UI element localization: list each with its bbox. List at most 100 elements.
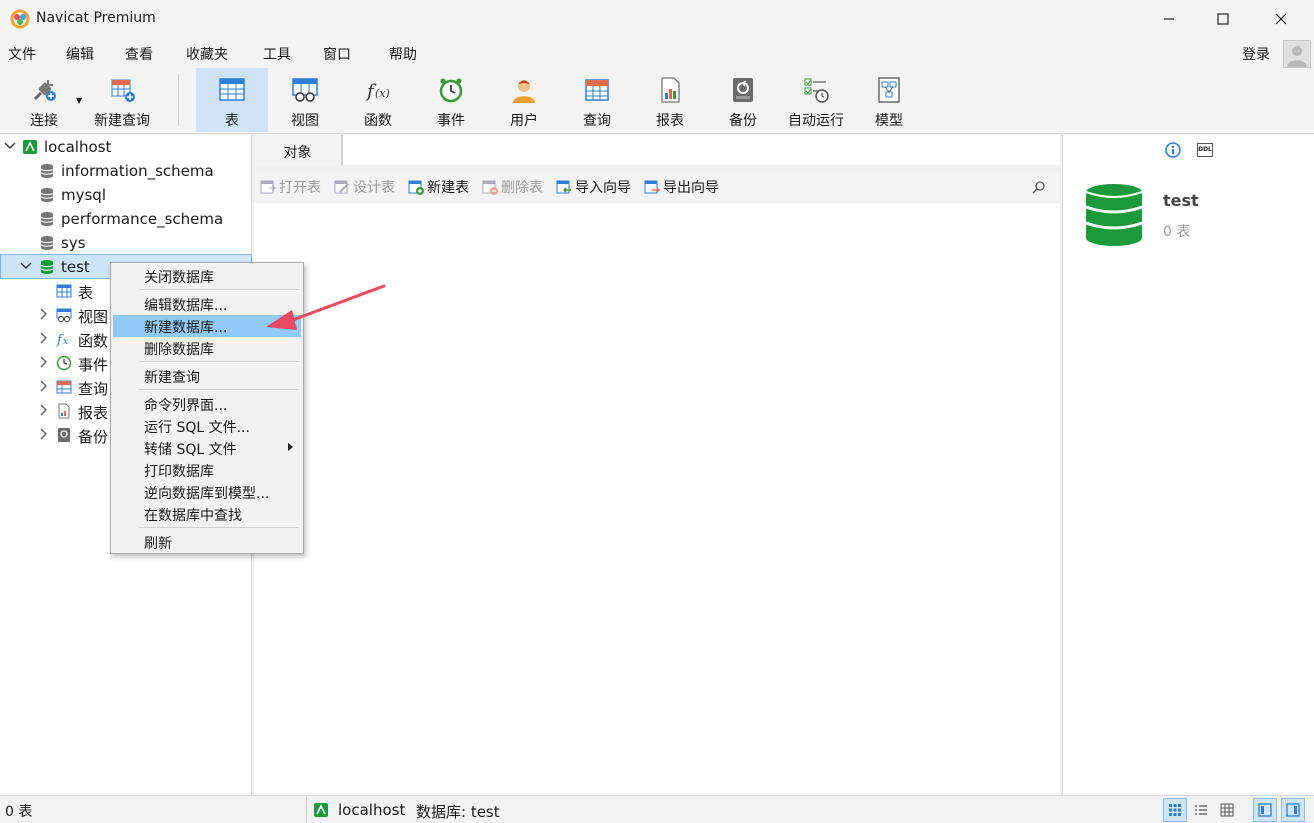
menu-item-close-database[interactable]: 关闭数据库 — [113, 265, 301, 287]
toolbar-report-button[interactable]: 报表 — [634, 68, 706, 132]
tree-db-information-schema[interactable]: information_schema — [0, 159, 252, 183]
connect-dropdown-icon[interactable]: ▼ — [76, 96, 82, 105]
close-button[interactable] — [1258, 0, 1304, 38]
menu-item-delete-database[interactable]: 删除数据库 — [113, 337, 301, 359]
toggle-left-panel-button[interactable] — [1253, 798, 1277, 822]
chevron-right-icon[interactable] — [36, 307, 50, 321]
plug-icon — [33, 80, 56, 101]
database-icon — [40, 212, 54, 226]
tree-db-sys[interactable]: sys — [0, 231, 252, 255]
toolbar-model-button[interactable]: 模型 — [853, 68, 925, 132]
menu-item-dump-sql-file[interactable]: 转储 SQL 文件 — [113, 437, 301, 459]
function-icon: f (x) — [365, 81, 390, 102]
view-list-button[interactable] — [1189, 798, 1213, 822]
user-avatar-icon — [1287, 46, 1307, 67]
toolbar-table-button[interactable]: 表 — [196, 68, 268, 132]
menu-view[interactable]: 查看 — [125, 44, 153, 64]
menu-item-edit-database[interactable]: 编辑数据库... — [113, 293, 301, 315]
menu-help[interactable]: 帮助 — [389, 44, 417, 64]
status-bar: 0 表 localhost 数据库: test — [0, 795, 1314, 823]
query-icon — [585, 79, 609, 101]
toolbar-user-button[interactable]: 用户 — [488, 68, 560, 132]
toolbar-query-button[interactable]: 查询 — [561, 68, 633, 132]
toolbar-backup-button[interactable]: 备份 — [707, 68, 779, 132]
toolbar-query-label: 查询 — [583, 113, 611, 129]
menu-separator — [139, 361, 299, 362]
chevron-right-icon[interactable] — [36, 331, 50, 345]
new-query-label: 新建查询 — [94, 113, 150, 129]
panel-right-icon — [1286, 803, 1300, 817]
open-table-button[interactable]: 打开表 — [260, 177, 321, 197]
menu-item-new-database[interactable]: 新建数据库... — [113, 315, 301, 337]
maximize-button[interactable] — [1200, 0, 1246, 38]
database-icon — [40, 236, 54, 250]
menu-item-print-database[interactable]: 打印数据库 — [113, 459, 301, 481]
toolbar-view-label: 视图 — [291, 113, 319, 129]
menu-item-new-query[interactable]: 新建查询 — [113, 365, 301, 387]
minimize-button[interactable] — [1146, 0, 1192, 38]
toggle-right-panel-button[interactable] — [1281, 798, 1305, 822]
chevron-right-icon[interactable] — [36, 403, 50, 417]
toolbar-event-label: 事件 — [437, 113, 465, 129]
new-query-button[interactable]: 新建查询 — [86, 68, 158, 132]
login-link[interactable]: 登录 — [1242, 44, 1270, 64]
status-connection: localhost — [338, 801, 406, 819]
connect-button[interactable]: 连接 — [8, 68, 80, 132]
design-table-button[interactable]: 设计表 — [334, 177, 395, 197]
tree-db-performance-schema[interactable]: performance_schema — [0, 207, 252, 231]
automation-icon — [804, 78, 829, 103]
ddl-button[interactable]: DDL — [1197, 143, 1213, 157]
delete-table-button[interactable]: 删除表 — [482, 177, 543, 197]
toolbar-divider — [178, 74, 179, 126]
tree-connection-localhost[interactable]: localhost — [0, 135, 252, 159]
menu-item-console[interactable]: 命令列界面... — [113, 393, 301, 415]
toolbar-automation-button[interactable]: 自动运行 — [780, 68, 852, 132]
toolbar-report-label: 报表 — [656, 113, 684, 129]
import-wizard-button[interactable]: 导入向导 — [556, 177, 631, 197]
chevron-down-icon[interactable] — [3, 139, 17, 153]
new-table-button[interactable]: 新建表 — [408, 177, 469, 197]
object-list-area[interactable] — [254, 203, 1060, 795]
chevron-right-icon[interactable] — [36, 427, 50, 441]
connection-icon — [23, 140, 37, 154]
menu-item-reverse-to-model[interactable]: 逆向数据库到模型... — [113, 481, 301, 503]
menu-item-find-in-database[interactable]: 在数据库中查找 — [113, 503, 301, 525]
menu-edit[interactable]: 编辑 — [66, 44, 94, 64]
info-panel: DDL test 0 表 — [1062, 135, 1314, 795]
chevron-down-icon[interactable] — [19, 259, 33, 273]
menu-favorites[interactable]: 收藏夹 — [186, 44, 228, 64]
tab-objects[interactable]: 对象 — [254, 135, 342, 166]
clock-icon — [56, 355, 72, 371]
export-icon — [644, 180, 660, 194]
toolbar-event-button[interactable]: 事件 — [415, 68, 487, 132]
new-query-icon — [111, 79, 135, 102]
close-icon — [1275, 13, 1287, 25]
menu-separator — [139, 527, 299, 528]
query-icon — [56, 380, 72, 394]
svg-text:(x): (x) — [375, 87, 390, 100]
info-icon[interactable] — [1165, 142, 1181, 158]
view-detail-button[interactable] — [1215, 798, 1239, 822]
tree-db-label: information_schema — [61, 162, 214, 180]
toolbar-view-button[interactable]: 视图 — [269, 68, 341, 132]
chevron-right-icon[interactable] — [36, 379, 50, 393]
import-wizard-label: 导入向导 — [575, 180, 631, 196]
user-icon — [513, 80, 535, 103]
menu-item-run-sql-file[interactable]: 运行 SQL 文件... — [113, 415, 301, 437]
menu-item-refresh[interactable]: 刷新 — [113, 531, 301, 553]
menu-file[interactable]: 文件 — [8, 44, 36, 64]
tree-db-mysql[interactable]: mysql — [0, 183, 252, 207]
chevron-right-icon[interactable] — [36, 355, 50, 369]
main-toolbar: 连接 新建查询 表 视图 f (x) 函数 事件 用户 查询 报表 备份 自动运… — [0, 68, 1314, 134]
export-wizard-button[interactable]: 导出向导 — [644, 177, 719, 197]
database-large-icon — [1085, 184, 1143, 246]
menu-window[interactable]: 窗口 — [323, 44, 351, 64]
connect-label: 连接 — [30, 113, 58, 129]
toolbar-function-button[interactable]: f (x) 函数 — [342, 68, 414, 132]
menu-tools[interactable]: 工具 — [263, 44, 291, 64]
tree-item-label: 表 — [78, 284, 94, 302]
avatar[interactable] — [1283, 40, 1311, 68]
search-icon[interactable] — [1032, 180, 1046, 194]
database-icon — [40, 164, 54, 178]
view-grid-button[interactable] — [1163, 798, 1187, 822]
